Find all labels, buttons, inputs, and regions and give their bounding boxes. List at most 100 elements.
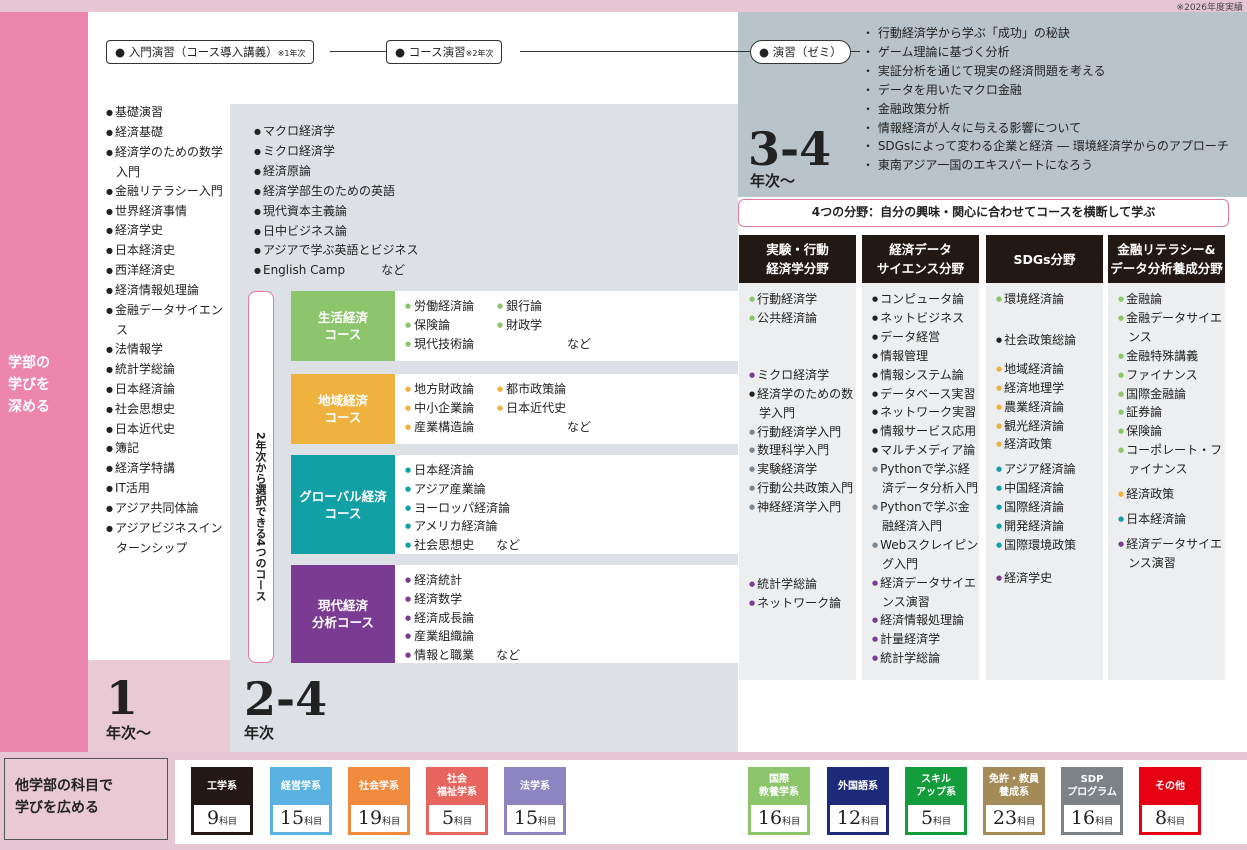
unit-label: 科目: [538, 817, 557, 827]
field-subject: ● 地域経済論: [996, 361, 1065, 376]
bullet-icon: ●: [996, 440, 1003, 449]
bullet-icon: ●: [872, 332, 879, 341]
bullet-icon: ●: [749, 580, 756, 589]
subject-item: 経済情報処理論: [106, 281, 234, 301]
zemi-theme: ・ 情報経済が人々に与える影響について: [862, 120, 1082, 135]
bullet-icon: ●: [405, 541, 412, 550]
subject-item: 世界経済事情: [106, 202, 234, 222]
bullet-icon: ●: [872, 578, 879, 587]
unit-label: 科目: [1167, 817, 1186, 827]
subject-item: 経済学特講: [106, 459, 234, 479]
subject-item: 現代資本主義論: [254, 202, 514, 222]
side-label: 学部の 学びを 深める: [8, 355, 50, 415]
bullet-icon: ●: [872, 616, 879, 625]
category-name: その他: [1139, 767, 1201, 805]
bullet-icon: ●: [1118, 446, 1125, 455]
course-row: ● 労働経済論 ● 銀行論: [405, 297, 728, 316]
unit-label: 科目: [933, 817, 952, 827]
field-subject: ● 経済情報処理論: [872, 613, 965, 628]
course-subject: ● 経済統計: [405, 573, 463, 587]
subject-item: 金融データサイエンス: [106, 301, 234, 340]
field-group: ● 地域経済論 ● 経済地理学 ● 農業経済論 ● 観光経済論 ● 経済政策: [996, 360, 1103, 455]
bullet-icon: ●: [749, 598, 756, 607]
year34-suffix: 年次〜: [750, 172, 796, 190]
subject-item: アジアで学ぶ英語とビジネス: [254, 241, 514, 261]
category-name: 経営学系: [270, 767, 332, 805]
course-subject: ● 日本経済論: [405, 463, 475, 477]
subject-item: 金融リテラシー入門: [106, 182, 234, 202]
course-subject: ● 産業構造論: [405, 419, 475, 434]
course-row: ● アメリカ経済論: [405, 517, 728, 536]
bullet-icon: ●: [1118, 539, 1125, 548]
bullet-icon: ●: [872, 313, 879, 322]
step-zemi: ● 演習（ゼミ）: [750, 40, 851, 64]
bullet-icon: ●: [749, 370, 756, 379]
bullet-icon: ●: [405, 576, 412, 584]
field-header: 経済データ サイエンス分野: [862, 235, 979, 283]
category-name: 社会 福祉学系: [426, 767, 488, 805]
subject-item: 経済原論: [254, 162, 514, 182]
year24-number: 2-4: [244, 672, 328, 726]
bullet-icon: ●: [1118, 490, 1125, 499]
year1-suffix: 年次〜: [106, 724, 152, 742]
course-row: ● 産業構造論 など: [405, 418, 728, 437]
course-subjects: ● 地方財政論 ● 都市政策論 ● 中小企業論 ● 日本近代史 ● 産業構造論 など: [395, 374, 738, 444]
subject-item: 簿記: [106, 439, 234, 459]
category-count: 16科目: [748, 805, 810, 835]
field-subject: ● 行動経済学: [749, 292, 818, 306]
bullet-icon: ●: [405, 339, 412, 348]
field-subject: ● 経済データサイエンス演習: [1118, 536, 1222, 570]
field-group: ● 経済政策: [1118, 485, 1225, 504]
course-row: ● 産業組織論: [405, 627, 728, 646]
zemi-theme: ・ ゲーム理論に基づく分析: [862, 44, 1010, 59]
course-row: ● アジア産業論: [405, 480, 728, 499]
zemi-theme: ・ 金融政策分析: [862, 101, 950, 116]
bullet-icon: ●: [996, 402, 1003, 411]
category-name: スキル アップ系: [905, 767, 967, 805]
subject-item: ミクロ経済学: [254, 142, 514, 162]
field-group: ● 行動経済学 ● 公共経済論: [749, 290, 856, 328]
field-subject: ● ネットビジネス: [872, 310, 965, 325]
other-faculty-label: 他学部の科目で 学びを広める: [4, 758, 168, 840]
bullet-icon: ●: [405, 503, 412, 512]
unit-label: 科目: [304, 817, 323, 827]
field-subject: ● ファイナンス: [1118, 367, 1198, 382]
field-subject: ● コーポレート・ファイナンス: [1118, 443, 1223, 477]
bullet-icon: ●: [405, 466, 412, 474]
field-subject: ● マルチメディア論: [872, 443, 976, 458]
field-subject: ● アジア経済論: [996, 462, 1076, 477]
bullet-icon: ●: [872, 351, 879, 360]
field-subject: ● 経済学のための数学入門: [749, 386, 854, 420]
field-subject: ● 情報システム論: [872, 367, 964, 382]
zemi-theme: ・ 行動経済学から学ぶ「成功」の秘訣: [862, 26, 1070, 40]
category-count: 23科目: [983, 805, 1045, 835]
field-subject: ● Pythonで学ぶ金融経済入門: [872, 499, 970, 533]
field-subject: ● 保険論: [1118, 424, 1163, 439]
category-5: 法学系 15科目: [504, 767, 566, 835]
bullet-icon: ●: [497, 320, 504, 329]
course-subject: ● アメリカ経済論: [405, 519, 498, 534]
bullet-icon: ●: [872, 635, 879, 644]
field-subject: ● 統計学総論: [749, 577, 818, 592]
subject-item: IT活用: [106, 479, 234, 499]
course-subject: ● 地方財政論: [405, 382, 475, 396]
unit-label: 科目: [1017, 817, 1036, 827]
field-group: ● コンピュータ論 ● ネットビジネス ● データ経営 ● 情報管理 ● 情報システム論 ● データベ…: [872, 290, 979, 460]
field-group: ● 統計学総論 ● ネットワーク論: [749, 575, 856, 613]
field-subject: ● 金融データサイエンス: [1118, 310, 1222, 344]
bullet-icon: ●: [405, 302, 412, 310]
field-subject: ● 情報サービス応用: [872, 424, 977, 439]
subject-item: 経済学のための数学入門: [106, 143, 234, 182]
bullet-icon: ●: [1118, 295, 1125, 303]
category-9: 免許・教員 養成系 23科目: [983, 767, 1045, 835]
field-subject: ● 行動公共政策入門: [749, 481, 854, 496]
field-subject: ● ミクロ経済学: [749, 367, 830, 382]
bullet-icon: ●: [497, 403, 504, 412]
subject-item: 経済学部生のための英語: [254, 182, 514, 202]
field-group: ● 経済データサイエンス演習 ● 経済情報処理論 ● 計量経済学 ● 統計学総論: [872, 574, 979, 669]
field-subject: ● 金融論: [1118, 292, 1163, 306]
bullet-icon: ●: [872, 370, 879, 379]
field-subjects: ● 金融論 ● 金融データサイエンス ● 金融特殊講義 ● ファイナンス ● 国際金融論 ● 証券論 ●…: [1108, 290, 1225, 573]
subject-item: 西洋経済史: [106, 261, 234, 281]
course-subject: ● 現代技術論: [405, 336, 475, 351]
